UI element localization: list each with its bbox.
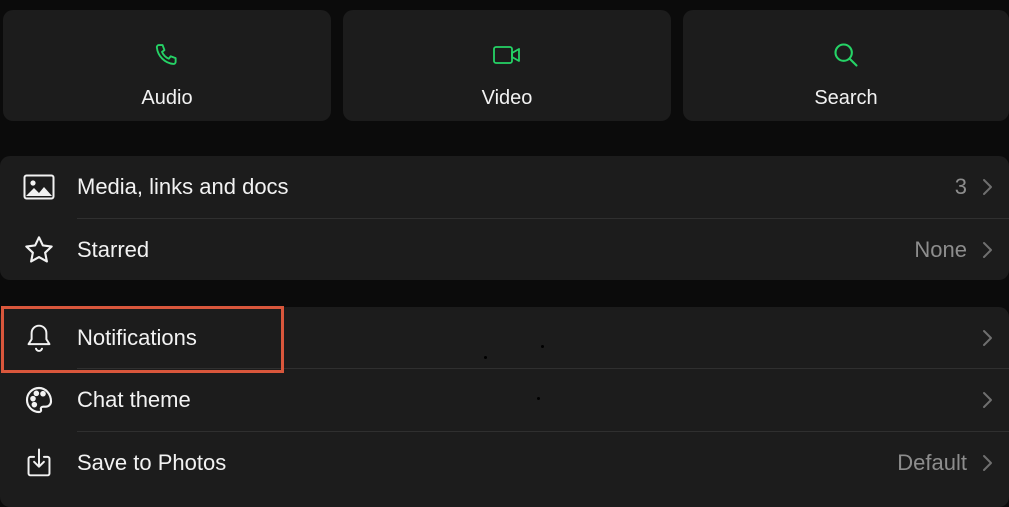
quick-actions-bar: Audio Video Search — [0, 0, 1009, 130]
chevron-right-icon — [983, 179, 992, 195]
artifact-speck — [537, 397, 540, 400]
artifact-speck — [541, 345, 544, 348]
video-camera-icon — [492, 40, 522, 70]
media-links-docs-label: Media, links and docs — [77, 174, 289, 199]
image-icon — [22, 170, 56, 204]
chat-theme-row[interactable]: Chat theme — [0, 369, 1009, 431]
video-label: Video — [481, 87, 533, 109]
chevron-right-icon — [983, 242, 992, 258]
media-links-docs-row[interactable]: Media, links and docs 3 — [0, 156, 1009, 218]
media-group: Media, links and docs 3 Starred None — [0, 156, 1009, 280]
bell-icon — [22, 321, 56, 355]
starred-value: None — [914, 237, 967, 262]
search-icon — [831, 40, 861, 70]
search-label: Search — [814, 87, 878, 109]
palette-icon — [22, 383, 56, 417]
phone-icon — [152, 40, 182, 70]
download-icon — [22, 446, 56, 480]
chat-theme-label: Chat theme — [77, 387, 191, 412]
starred-label: Starred — [77, 237, 150, 262]
starred-row[interactable]: Starred None — [0, 219, 1009, 281]
audio-label: Audio — [141, 87, 193, 109]
audio-call-button[interactable]: Audio — [3, 10, 331, 121]
notifications-row[interactable]: Notifications — [0, 307, 1009, 369]
chevron-right-icon — [983, 392, 992, 408]
save-to-photos-row[interactable]: Save to Photos Default — [0, 432, 1009, 494]
search-button[interactable]: Search — [683, 10, 1009, 121]
video-call-button[interactable]: Video — [343, 10, 671, 121]
artifact-speck — [484, 356, 487, 359]
chevron-right-icon — [983, 455, 992, 471]
settings-group: Notifications Chat theme Save to Photos — [0, 307, 1009, 507]
media-count: 3 — [954, 174, 967, 199]
notifications-label: Notifications — [77, 325, 197, 350]
save-to-photos-label: Save to Photos — [77, 450, 227, 475]
star-icon — [22, 233, 56, 267]
save-to-photos-value: Default — [897, 450, 967, 475]
chevron-right-icon — [983, 330, 992, 346]
